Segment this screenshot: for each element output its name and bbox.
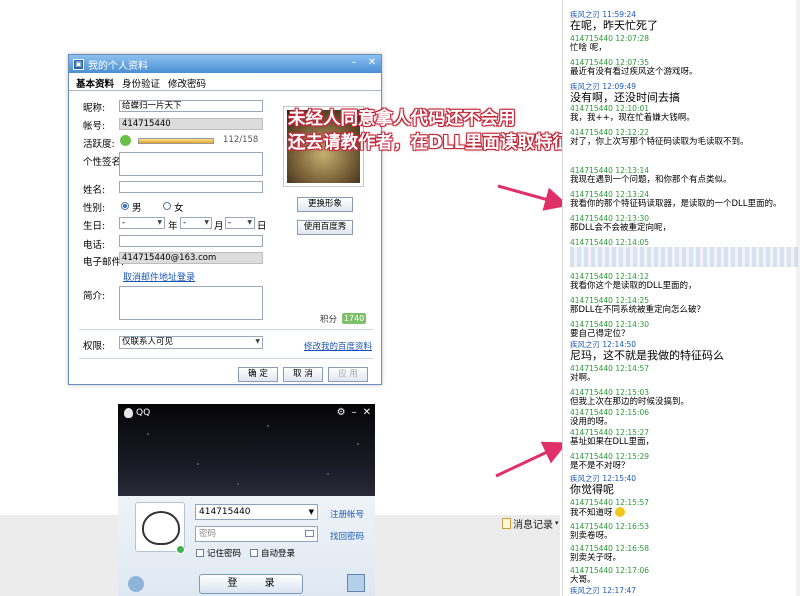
chat-message-text: 别卖卷呀。 [570, 531, 613, 541]
chat-message-header: 414715440 12:13:14 [570, 166, 650, 175]
chat-message-header: 414715440 12:15:03 [570, 388, 650, 397]
chat-message-text: 我不知道呀 [570, 507, 625, 519]
chat-message-header: 疾风之刃 12:17:47 [570, 586, 637, 595]
chat-message-text: 那DLL会不会被重定向呢， [570, 223, 672, 233]
chat-message-header: 414715440 12:14:12 [570, 272, 650, 281]
chat-message-text: 没用的呀。 [570, 417, 613, 427]
chat-message-header: 疾风之刃 12:09:49 [570, 82, 637, 91]
chat-message-header: 414715440 12:13:30 [570, 214, 650, 223]
chat-message-text: 大哥。 [570, 575, 596, 585]
chat-message-header: 414715440 12:13:24 [570, 190, 650, 199]
chat-message-header: 414715440 12:14:57 [570, 364, 650, 373]
chat-message-header: 疾风之刃 11:59:24 [570, 10, 637, 19]
chat-message-text: 别卖关子呀。 [570, 553, 622, 563]
chat-message-header: 414715440 12:14:05 [570, 238, 650, 247]
smile-emoji-icon [614, 507, 625, 517]
chat-message-header: 414715440 12:07:28 [570, 34, 650, 43]
chat-message-header: 414715440 12:07:35 [570, 58, 650, 67]
chat-message-header: 414715440 12:15:29 [570, 452, 650, 461]
chat-message-text: 那DLL在不同系统被重定向怎么破？ [570, 305, 706, 315]
chat-message-header: 疾风之刃 12:14:50 [570, 340, 637, 349]
chat-message-text: 我现在遇到一个问题，和你那个有点类似。 [570, 175, 732, 185]
chat-message-header: 414715440 12:14:30 [570, 320, 650, 329]
arrow-to-dll-message [497, 184, 569, 211]
chat-message-header: 疾风之刃 12:15:40 [570, 474, 637, 483]
chat-message-header: 414715440 12:10:01 [570, 104, 650, 113]
chat-message-text: 没有啊，还没时间去搞 [570, 91, 680, 104]
chat-message-header: 414715440 12:15:06 [570, 408, 650, 417]
chat-message-text: 忙啥 呢， [570, 43, 607, 53]
arrow-to-base-address-message [495, 441, 568, 478]
chat-message-text: 最近有没有看过疾风这个游戏呀。 [570, 67, 698, 77]
chat-message-text: 要自己得定位？ [570, 329, 630, 339]
chat-message-text: 在呢，昨天忙死了 [570, 19, 658, 32]
chat-message-text: 是不是不对呀？ [570, 461, 630, 471]
chat-message-header: 414715440 12:15:57 [570, 498, 650, 507]
scrollbar[interactable] [796, 0, 800, 596]
chat-message-text: 对啊。 [570, 373, 596, 383]
chat-history-panel: 疾风之刃 11:59:24 在呢，昨天忙死了 414715440 12:07:28 忙… [562, 0, 800, 596]
chat-message-header: 414715440 12:16:53 [570, 522, 650, 531]
blurred-message [570, 247, 798, 267]
chat-message-text: 对了，你上次写那个特征码读取为毛读取不到。 [570, 137, 749, 147]
chat-message-header: 414715440 12:14:25 [570, 296, 650, 305]
chat-message-text: 我看你这个是读取的DLL里面的， [570, 281, 697, 291]
chat-message-text: 尼玛，这不就是我做的特征码么 [570, 349, 724, 362]
chat-message-header: 414715440 12:12:22 [570, 128, 650, 137]
chat-message-text: 我，我++，现在忙着嫌大钱啊。 [570, 113, 695, 123]
chat-message-header: 414715440 12:15:27 [570, 428, 650, 437]
chat-message-header: 414715440 12:16:58 [570, 544, 650, 553]
chat-message-header: 414715440 12:17:06 [570, 566, 650, 575]
chat-message-text: 我看你的那个特征码读取器，是读取的一个DLL里面的。 [570, 199, 782, 209]
chat-message-text: 但我上次在那边的时候没搞到。 [570, 397, 690, 407]
chat-message-text: 基址如果在DLL里面， [570, 437, 655, 447]
chat-message-text: 你觉得呢 [570, 483, 614, 496]
